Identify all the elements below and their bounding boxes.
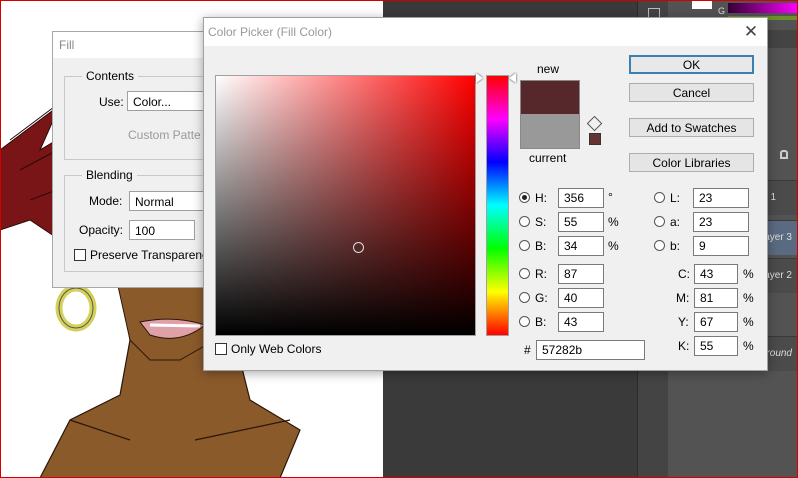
opacity-label: Opacity:	[79, 223, 124, 237]
color-picker-title: Color Picker (Fill Color)	[208, 25, 333, 39]
color-strip	[728, 3, 798, 13]
l-radio[interactable]	[654, 192, 665, 203]
cube-icon[interactable]	[586, 115, 603, 132]
web-safe-swatch[interactable]	[589, 133, 601, 145]
r-input[interactable]: 87	[558, 264, 604, 284]
close-icon[interactable]: ✕	[741, 22, 761, 42]
l-label: L:	[670, 191, 681, 205]
contents-label: Contents	[82, 69, 139, 83]
fill-dialog-title: Fill	[53, 32, 213, 58]
layer-name: 1	[770, 192, 776, 203]
lock-icon[interactable]	[780, 150, 788, 159]
current-label: current	[529, 151, 567, 165]
a-radio[interactable]	[654, 216, 665, 227]
hue-slider[interactable]	[486, 75, 509, 336]
hex-label: #	[524, 343, 531, 357]
use-label: Use:	[99, 95, 124, 109]
y-unit: %	[743, 315, 754, 329]
color-swatch[interactable]	[692, 0, 712, 9]
m-input[interactable]: 81	[694, 288, 738, 308]
a-label: a:	[670, 215, 681, 229]
g-radio[interactable]	[519, 292, 530, 303]
h-label: H:	[535, 191, 547, 205]
c-label: C:	[678, 267, 690, 281]
s-unit: %	[608, 215, 619, 229]
channel-letter-g: G	[718, 6, 726, 16]
color-field-cursor[interactable]	[353, 242, 364, 253]
lab-b-input[interactable]: 9	[693, 236, 749, 256]
h-unit: °	[608, 190, 613, 204]
l-input[interactable]: 23	[693, 188, 749, 208]
cancel-button[interactable]: Cancel	[629, 83, 754, 102]
s-input[interactable]: 55	[558, 212, 604, 232]
rgb-b-input[interactable]: 43	[558, 312, 604, 332]
use-select[interactable]: Color...	[127, 91, 213, 111]
b-label: B:	[535, 239, 547, 253]
r-radio[interactable]	[519, 268, 530, 279]
a-input[interactable]: 23	[693, 212, 749, 232]
only-web-colors-checkbox[interactable]	[215, 343, 227, 355]
mode-label: Mode:	[89, 194, 123, 208]
ok-button[interactable]: OK	[629, 55, 754, 74]
g-label: G:	[535, 291, 548, 305]
hex-input[interactable]: 57282b	[536, 340, 645, 360]
y-input[interactable]: 67	[694, 312, 738, 332]
s-label: S:	[535, 215, 547, 229]
k-unit: %	[743, 339, 754, 353]
h-input[interactable]: 356	[558, 188, 604, 208]
only-web-colors-label: Only Web Colors	[231, 342, 322, 356]
r-label: R:	[535, 267, 547, 281]
new-color-swatch	[520, 80, 580, 115]
h-radio[interactable]	[519, 192, 530, 203]
add-to-swatches-button[interactable]: Add to Swatches	[629, 118, 754, 137]
s-radio[interactable]	[519, 216, 530, 227]
c-unit: %	[743, 267, 754, 281]
color-picker-dialog: Color Picker (Fill Color) ✕ new current …	[203, 17, 768, 371]
preserve-transparency-label: Preserve Transparenc	[90, 248, 209, 262]
b-unit: %	[608, 239, 619, 253]
color-picker-titlebar: Color Picker (Fill Color) ✕	[204, 18, 767, 46]
k-input[interactable]: 55	[694, 336, 738, 356]
fill-dialog: Fill Contents Use: Color... Custom Patte…	[52, 31, 214, 288]
blending-label: Blending	[82, 168, 137, 182]
mode-select[interactable]: Normal	[129, 191, 213, 211]
layer-name: ayer 2	[764, 270, 792, 281]
b-radio[interactable]	[519, 240, 530, 251]
current-color-swatch[interactable]	[520, 114, 580, 149]
c-input[interactable]: 43	[694, 264, 738, 284]
new-label: new	[537, 62, 560, 76]
contents-group	[64, 76, 214, 160]
k-label: K:	[678, 339, 690, 353]
color-libraries-button[interactable]: Color Libraries	[629, 153, 754, 172]
rgb-b-label: B:	[535, 315, 547, 329]
opacity-input[interactable]: 100	[129, 220, 195, 240]
rgb-b-radio[interactable]	[519, 316, 530, 327]
y-label: Y:	[678, 315, 689, 329]
layer-name: ayer 3	[764, 232, 792, 243]
custom-pattern-label: Custom Patte	[128, 128, 201, 142]
preserve-transparency-checkbox[interactable]	[74, 249, 86, 261]
lab-b-radio[interactable]	[654, 240, 665, 251]
color-field[interactable]	[215, 75, 476, 336]
b-input[interactable]: 34	[558, 236, 604, 256]
g-input[interactable]: 40	[558, 288, 604, 308]
hue-slider-right-arrow-icon[interactable]	[509, 73, 516, 83]
m-label: M:	[676, 291, 690, 305]
hue-slider-left-arrow-icon[interactable]	[476, 73, 483, 83]
lab-b-label: b:	[670, 239, 681, 253]
m-unit: %	[743, 291, 754, 305]
